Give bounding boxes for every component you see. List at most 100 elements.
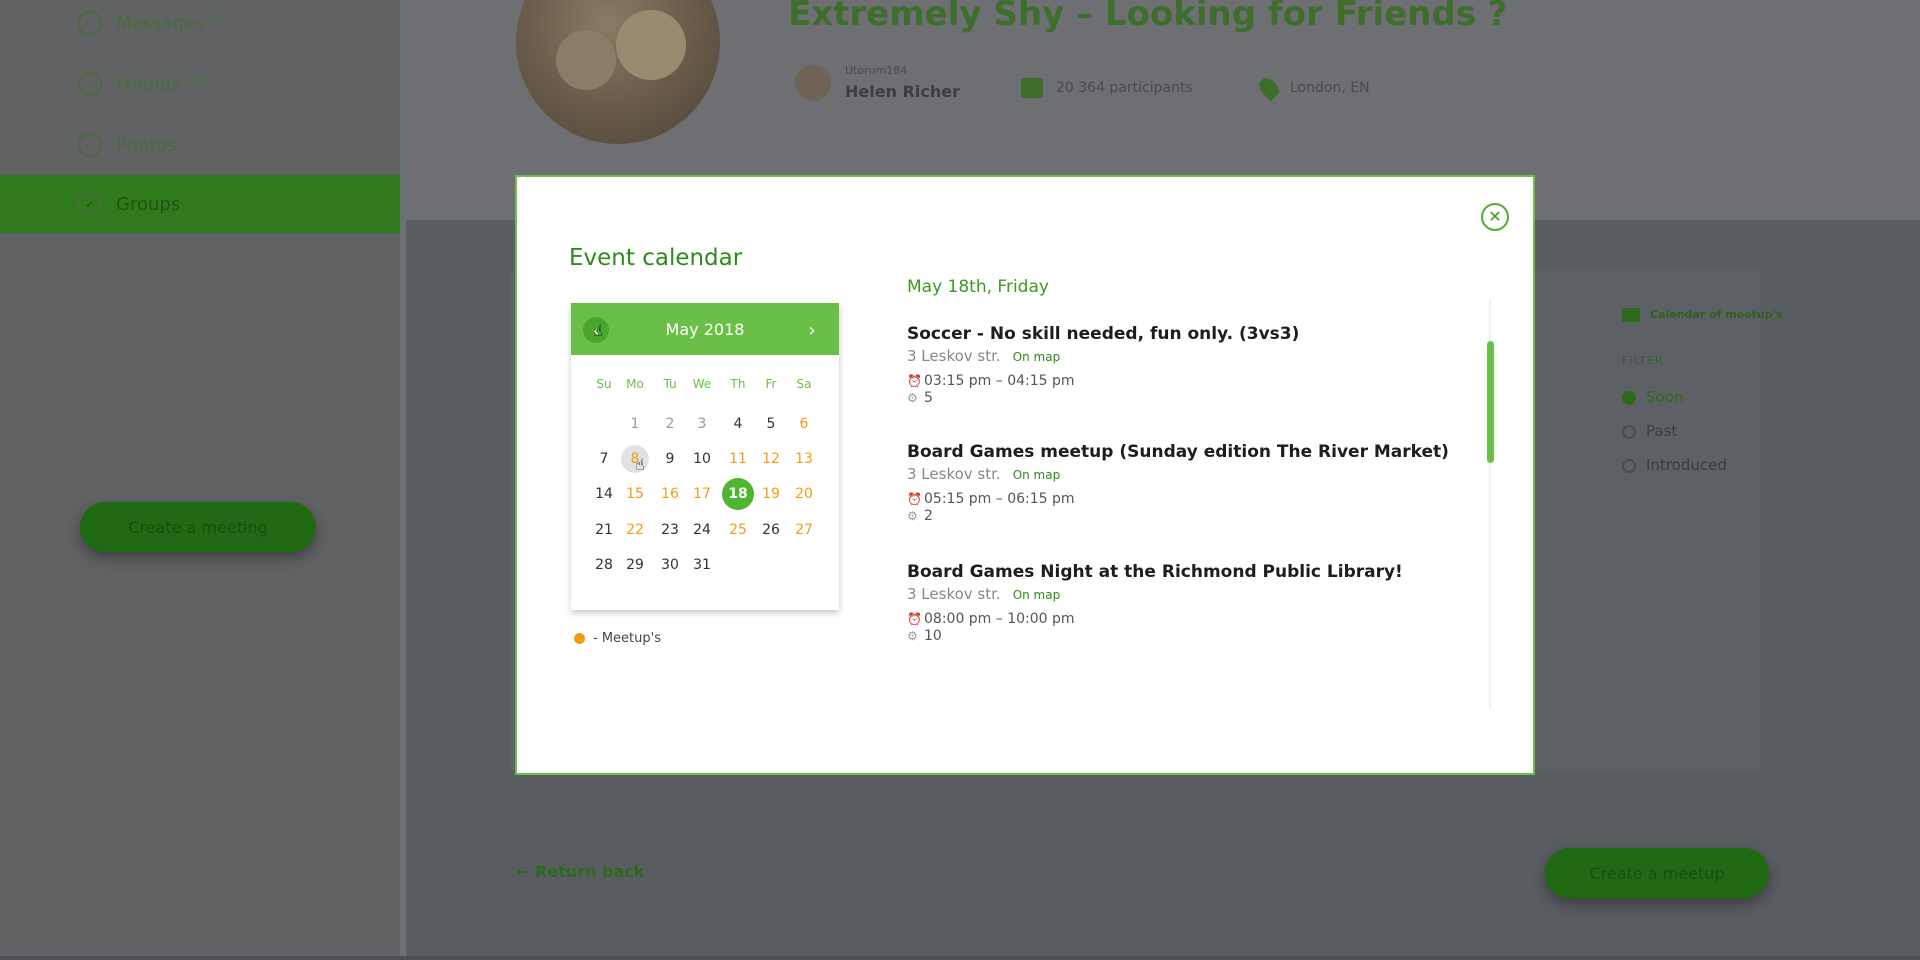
calendar-day[interactable]: 6 bbox=[790, 410, 818, 438]
groups-icon: ✓ bbox=[78, 192, 102, 216]
filter-label-past[interactable]: Past bbox=[1646, 422, 1677, 440]
calendar-day[interactable]: 3 bbox=[688, 410, 716, 438]
calendar-day[interactable]: 28 bbox=[590, 551, 618, 579]
on-map-link[interactable]: On map bbox=[1013, 350, 1061, 364]
event-item[interactable]: Board Games Night at the Richmond Public… bbox=[907, 562, 1487, 644]
scrollbar-thumb[interactable] bbox=[1487, 341, 1494, 463]
sidebar-item-photos[interactable]: ✓ Photos bbox=[78, 128, 177, 162]
calendar-days: 1 2 3 4 5 6 7 8 9 10 11 12 13 14 15 16 17 18 19 20 21 22 23 24 2… bbox=[571, 410, 839, 590]
badge: 17 bbox=[208, 13, 222, 25]
calendar-of-meetups-link[interactable]: Calendar of meetup's bbox=[1650, 308, 1783, 321]
calendar-day[interactable]: 2 bbox=[656, 410, 684, 438]
sidebar-item-friends[interactable]: ✓ Friends 129 bbox=[78, 67, 204, 101]
calendar-icon[interactable] bbox=[1622, 308, 1640, 322]
event-title[interactable]: Board Games meetup (Sunday edition The R… bbox=[907, 442, 1487, 462]
calendar-day[interactable]: 11 bbox=[724, 445, 752, 473]
participants-icon: ⚙ bbox=[907, 391, 918, 405]
calendar-day[interactable]: 25 bbox=[724, 516, 752, 544]
weekday-label: Th bbox=[730, 377, 746, 391]
calendar-month-label: May 2018 bbox=[665, 319, 745, 339]
calendar-day[interactable]: 23 bbox=[656, 516, 684, 544]
event-address: 3 Leskov str. bbox=[907, 585, 1001, 603]
calendar-header: ‹ May 2018 › bbox=[571, 303, 839, 355]
event-count-row: ⚙ 2 bbox=[907, 508, 1487, 524]
calendar-day[interactable]: 18 bbox=[722, 478, 754, 510]
event-time-row: ⏰ 03:15 pm – 04:15 pm bbox=[907, 373, 1487, 389]
calendar-day[interactable]: 19 bbox=[757, 480, 785, 508]
legend-label: - Meetup's bbox=[593, 631, 661, 646]
filter-radio-soon[interactable] bbox=[1622, 391, 1636, 405]
calendar-day[interactable]: 9 bbox=[656, 445, 684, 473]
on-map-link[interactable]: On map bbox=[1013, 468, 1061, 482]
event-count-row: ⚙ 10 bbox=[907, 628, 1487, 644]
sidebar-item-groups[interactable]: ✓ Groups bbox=[0, 175, 400, 233]
calendar-day[interactable]: 15 bbox=[621, 480, 649, 508]
filter-label-soon[interactable]: Soon bbox=[1646, 388, 1683, 406]
calendar-day[interactable]: 13 bbox=[790, 445, 818, 473]
event-address-row: 3 Leskov str. On map bbox=[907, 465, 1487, 483]
calendar-day[interactable]: 27 bbox=[790, 516, 818, 544]
chevron-left-icon[interactable]: ‹ bbox=[583, 317, 609, 343]
create-meetup-button[interactable]: Create a meetup bbox=[1545, 848, 1769, 898]
calendar-legend: - Meetup's bbox=[574, 631, 661, 646]
calendar-day[interactable]: 16 bbox=[656, 480, 684, 508]
calendar: ‹ May 2018 › Su Mo Tu We Th Fr Sa 1 2 3 4 5 6 7 8 9 10 1… bbox=[571, 303, 839, 610]
events-list: May 18th, Friday Soccer - No skill neede… bbox=[907, 277, 1507, 697]
sidebar-item-messages[interactable]: ✓ Messages 17 bbox=[78, 6, 221, 40]
calendar-day[interactable]: 8 bbox=[621, 445, 649, 473]
filter-label-introduced[interactable]: Introduced bbox=[1646, 456, 1727, 474]
event-title[interactable]: Board Games Night at the Richmond Public… bbox=[907, 562, 1487, 582]
create-meeting-button[interactable]: Create a meeting bbox=[80, 502, 316, 552]
weekday-label: Tu bbox=[663, 377, 677, 391]
group-location: London, EN bbox=[1290, 80, 1370, 96]
participants-icon: ⚙ bbox=[907, 629, 918, 643]
calendar-day[interactable]: 22 bbox=[621, 516, 649, 544]
badge: 129 bbox=[184, 74, 204, 86]
event-item[interactable]: Board Games meetup (Sunday edition The R… bbox=[907, 442, 1487, 524]
filter-radio-introduced[interactable] bbox=[1622, 459, 1636, 473]
filter-radio-past[interactable] bbox=[1622, 425, 1636, 439]
chat-icon: ✓ bbox=[78, 11, 102, 35]
calendar-day[interactable]: 10 bbox=[688, 445, 716, 473]
on-map-link[interactable]: On map bbox=[1013, 588, 1061, 602]
calendar-day[interactable]: 1 bbox=[621, 410, 649, 438]
page-bottom-edge bbox=[0, 956, 1920, 960]
weekday-label: Su bbox=[596, 377, 612, 391]
author-name[interactable]: Helen Richer bbox=[845, 82, 960, 101]
event-title[interactable]: Soccer - No skill needed, fun only. (3vs… bbox=[907, 324, 1487, 344]
author-label: Utorum184 bbox=[845, 64, 908, 77]
calendar-day[interactable]: 24 bbox=[688, 516, 716, 544]
modal-title: Event calendar bbox=[569, 245, 743, 271]
weekday-label: Fr bbox=[765, 377, 777, 391]
weekday-label: Sa bbox=[796, 377, 812, 391]
weekday-label: Mo bbox=[626, 377, 644, 391]
filter-label: FILTER bbox=[1622, 354, 1664, 367]
users-icon: ✓ bbox=[78, 72, 102, 96]
calendar-day[interactable]: 17 bbox=[688, 480, 716, 508]
calendar-day[interactable]: 29 bbox=[621, 551, 649, 579]
calendar-day[interactable]: 14 bbox=[590, 480, 618, 508]
calendar-day[interactable]: 7 bbox=[590, 445, 618, 473]
calendar-day[interactable]: 12 bbox=[757, 445, 785, 473]
sidebar: ✓ Messages 17 ✓ Friends 129 ✓ Photos ✓ Gro… bbox=[0, 0, 400, 960]
calendar-day[interactable]: 26 bbox=[757, 516, 785, 544]
avatar bbox=[795, 65, 831, 101]
calendar-day[interactable]: 4 bbox=[724, 410, 752, 438]
calendar-day[interactable]: 20 bbox=[790, 480, 818, 508]
close-icon[interactable]: ✕ bbox=[1481, 203, 1509, 231]
participants-icon: ⚙ bbox=[907, 509, 918, 523]
event-calendar-modal: ✕ Event calendar ‹ May 2018 › Su Mo Tu We Th… bbox=[515, 175, 1535, 775]
event-address: 3 Leskov str. bbox=[907, 347, 1001, 365]
event-item[interactable]: Soccer - No skill needed, fun only. (3vs… bbox=[907, 324, 1487, 406]
calendar-day[interactable]: 5 bbox=[757, 410, 785, 438]
chevron-right-icon[interactable]: › bbox=[801, 317, 823, 343]
events-date-heading: May 18th, Friday bbox=[907, 277, 1049, 297]
calendar-day[interactable]: 30 bbox=[656, 551, 684, 579]
event-address-row: 3 Leskov str. On map bbox=[907, 347, 1487, 365]
sidebar-item-label: Messages bbox=[116, 12, 205, 34]
return-back-link[interactable]: ← Return back bbox=[516, 862, 644, 881]
calendar-day[interactable]: 21 bbox=[590, 516, 618, 544]
meetup-dot-icon bbox=[574, 633, 585, 644]
calendar-day[interactable]: 31 bbox=[688, 551, 716, 579]
event-time: 05:15 pm – 06:15 pm bbox=[924, 491, 1075, 507]
